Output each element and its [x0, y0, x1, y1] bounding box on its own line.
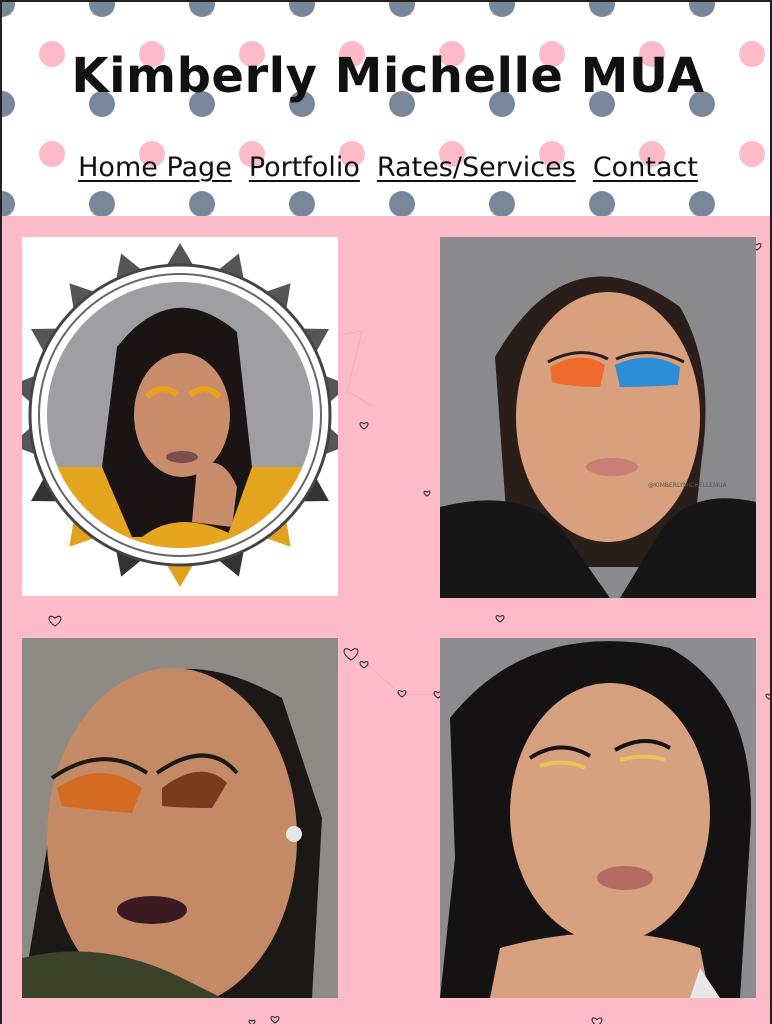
heart-icon	[765, 693, 770, 700]
nav-home-page[interactable]: Home Page	[78, 152, 232, 183]
main-nav: Home Page Portfolio Rates/Services Conta…	[2, 152, 770, 183]
polka-dot	[389, 2, 415, 17]
polka-dot	[89, 191, 115, 216]
heart-icon	[48, 615, 62, 627]
polka-dot	[2, 2, 15, 17]
site-header: Kimberly Michelle MUA Home Page Portfoli…	[0, 0, 772, 216]
polka-dot	[589, 191, 615, 216]
heart-icon	[359, 421, 369, 430]
heart-icon	[359, 660, 369, 669]
polka-dot	[2, 191, 15, 216]
polka-dot	[489, 2, 515, 17]
heart-icon	[248, 1019, 256, 1024]
photo-watermark: @KIMBERLYMICHELLEMUA	[648, 482, 728, 489]
portfolio-photo-blue-orange-eyeshadow[interactable]: @KIMBERLYMICHELLEMUA	[440, 237, 756, 598]
site-title: Kimberly Michelle MUA	[71, 48, 705, 104]
polka-dot	[89, 2, 115, 17]
nav-contact[interactable]: Contact	[593, 152, 698, 183]
polka-dot	[689, 2, 715, 17]
polka-dot	[589, 2, 615, 17]
portfolio-gallery: @KIMBERLYMICHELLEMUA	[0, 216, 772, 1024]
polka-dot	[289, 191, 315, 216]
polka-dot-background	[2, 2, 765, 216]
nav-rates-services[interactable]: Rates/Services	[377, 152, 576, 183]
polka-dot	[189, 2, 215, 17]
heart-icon	[591, 1017, 603, 1024]
polka-dot	[389, 191, 415, 216]
polka-dot	[289, 2, 315, 17]
portfolio-photo-curly-hair[interactable]	[440, 638, 756, 998]
polka-dot	[689, 191, 715, 216]
polka-dot	[189, 191, 215, 216]
portfolio-photo-dark-lip[interactable]	[22, 638, 338, 998]
polka-dot	[489, 191, 515, 216]
heart-icon	[423, 490, 431, 497]
heart-icon	[270, 1015, 280, 1024]
nav-portfolio[interactable]: Portfolio	[249, 152, 360, 183]
sun-ray	[166, 243, 194, 266]
portfolio-photo-sunburst-frame[interactable]	[22, 237, 338, 596]
heart-icon	[495, 614, 505, 623]
sun-ray	[166, 564, 194, 587]
